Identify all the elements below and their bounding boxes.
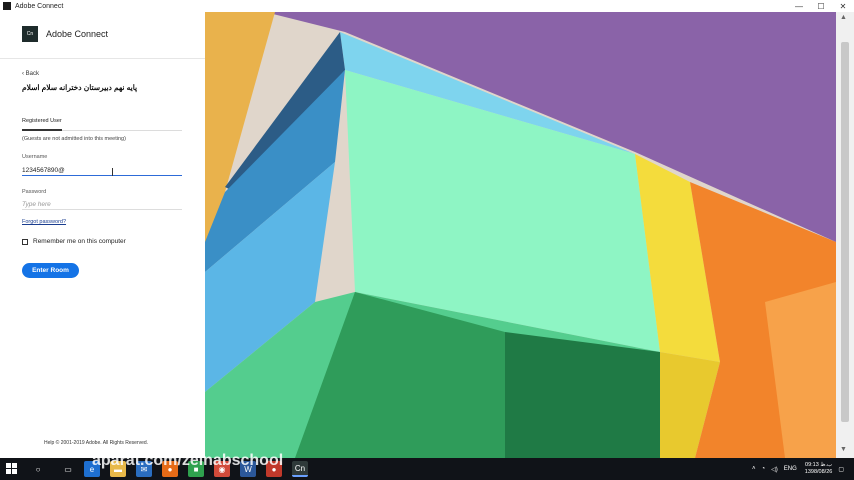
maximize-button[interactable]: ☐ [810, 0, 832, 12]
minimize-button[interactable]: — [788, 0, 810, 12]
geometric-artwork [205, 12, 836, 458]
close-button[interactable]: ✕ [832, 0, 854, 12]
back-link[interactable]: ‹ Back [22, 71, 39, 77]
network-icon[interactable]: ◔ [762, 466, 766, 472]
remember-me-label: Remember me on this computer [33, 238, 126, 245]
window-title: Adobe Connect [15, 2, 64, 10]
guest-notice: (Guests are not admitted into this meeti… [22, 136, 126, 142]
brand-header: Cn Adobe Connect [22, 26, 108, 42]
title-bar: Adobe Connect — ☐ ✕ [0, 0, 854, 12]
watermark-text: aparat.com/zeinabschool [92, 452, 284, 469]
scroll-down-icon[interactable]: ▼ [840, 446, 847, 453]
meeting-room-name: پایه نهم دبیرستان دخترانه سلام اسلام [22, 83, 138, 92]
language-indicator[interactable]: ENG [784, 466, 797, 472]
windows-start-icon[interactable] [6, 463, 18, 475]
header-divider [0, 58, 205, 59]
notifications-icon[interactable]: ▢ [838, 466, 844, 473]
username-field[interactable] [22, 165, 182, 176]
remember-me[interactable]: Remember me on this computer [22, 238, 126, 245]
vertical-scrollbar[interactable]: ▲ ▼ [836, 12, 854, 458]
scroll-thumb[interactable] [841, 42, 849, 422]
password-label: Password [22, 189, 47, 195]
copyright-footer: Help © 2001-2019 Adobe. All Rights Reser… [44, 440, 149, 446]
password-field[interactable] [22, 199, 182, 210]
remember-me-checkbox[interactable] [22, 238, 28, 245]
show-hidden-icons-icon[interactable]: ˄ [752, 466, 756, 472]
forgot-password-link[interactable]: Forgot password? [22, 219, 66, 225]
background-artwork [205, 12, 836, 458]
scroll-up-icon[interactable]: ▲ [840, 14, 847, 21]
enter-room-button[interactable]: Enter Room [22, 263, 79, 278]
username-label: Username [22, 154, 48, 160]
login-panel: Cn Adobe Connect ‹ Back پایه نهم دبیرستا… [0, 12, 205, 458]
adobe-connect-app-icon [3, 2, 11, 10]
clock-time: 09:13 ب.ظ [805, 462, 833, 468]
adobe-connect-taskbar-icon[interactable]: Cn [292, 461, 308, 477]
window-controls: — ☐ ✕ [788, 0, 854, 12]
text-cursor-icon [112, 168, 113, 176]
taskbar: ○ ▭ e ▬ ✉ ● ■ ◉ W ● Cn aparat.com/zeinab… [0, 452, 854, 480]
system-tray: ˄ ◔ ◁) ENG 09:13 ب.ظ 1398/08/26 ▢ [746, 458, 844, 480]
search-icon[interactable]: ○ [30, 461, 46, 477]
tab-registered-user[interactable]: Registered User [22, 118, 62, 124]
volume-icon[interactable]: ◁) [771, 466, 778, 473]
clock[interactable]: 09:13 ب.ظ 1398/08/26 [805, 462, 833, 476]
adobe-connect-logo-icon: Cn [22, 26, 38, 42]
brand-name: Adobe Connect [46, 29, 109, 39]
active-tab-indicator [22, 129, 62, 131]
task-view-icon[interactable]: ▭ [60, 461, 76, 477]
clock-date: 1398/08/26 [804, 469, 833, 475]
